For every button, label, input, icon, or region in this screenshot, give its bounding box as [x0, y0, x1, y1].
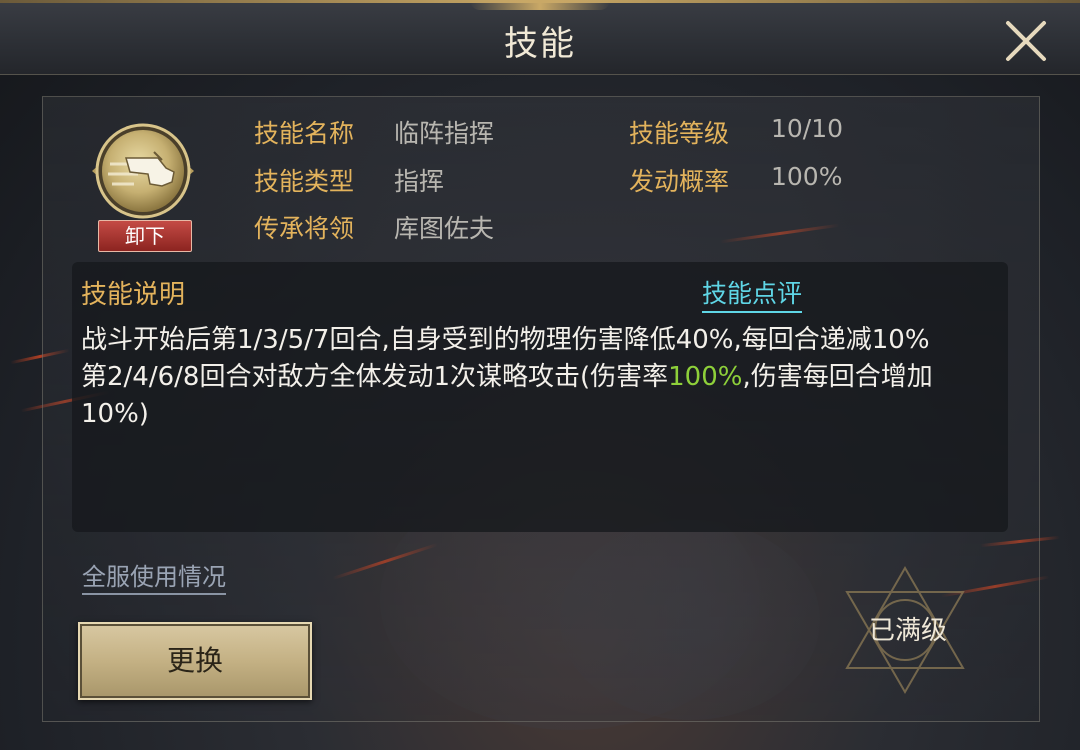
server-usage-link[interactable]: 全服使用情况 — [82, 557, 226, 595]
close-icon — [1006, 21, 1046, 61]
trigger-chance-value: 100% — [771, 162, 843, 191]
skill-name-value: 临阵指挥 — [394, 119, 495, 148]
skill-name-label: 技能名称 — [254, 119, 355, 148]
inherit-general-label: 传承将领 — [254, 214, 355, 243]
skill-level-value: 10/10 — [771, 114, 844, 143]
title-ornament — [470, 0, 610, 10]
change-button[interactable]: 更换 — [78, 622, 312, 700]
skill-level-label: 技能等级 — [629, 119, 730, 148]
skill-review-link[interactable]: 技能点评 — [702, 274, 803, 313]
close-button[interactable] — [1002, 18, 1050, 64]
skill-type-label: 技能类型 — [254, 167, 355, 196]
command-hand-icon — [92, 123, 194, 219]
title-bar: 技能 — [0, 0, 1080, 75]
skill-icon[interactable] — [88, 116, 198, 226]
trigger-chance-label: 发动概率 — [629, 167, 730, 196]
skill-type-value: 指挥 — [394, 167, 445, 196]
description-line-1: 战斗开始后第1/3/5/7回合,自身受到的物理伤害降低40%,每回合递减10% — [81, 325, 930, 355]
unload-button[interactable]: 卸下 — [98, 220, 192, 252]
max-level-label: 已满级 — [868, 616, 947, 646]
description-line-2: 第2/4/6/8回合对敌方全体发动1次谋略攻击(伤害率100%,伤害每回合增加1… — [81, 359, 986, 433]
inherit-general-value: 库图佐夫 — [394, 214, 495, 243]
description-text: 战斗开始后第1/3/5/7回合,自身受到的物理伤害降低40%,每回合递减10% … — [81, 322, 986, 433]
page-title: 技能 — [504, 24, 576, 64]
description-title: 技能说明 — [81, 280, 186, 310]
description-line-2-part-1: 第2/4/6/8回合对敌方全体发动1次谋略攻击(伤害率 — [81, 362, 669, 392]
damage-rate-highlight: 100% — [668, 362, 743, 392]
